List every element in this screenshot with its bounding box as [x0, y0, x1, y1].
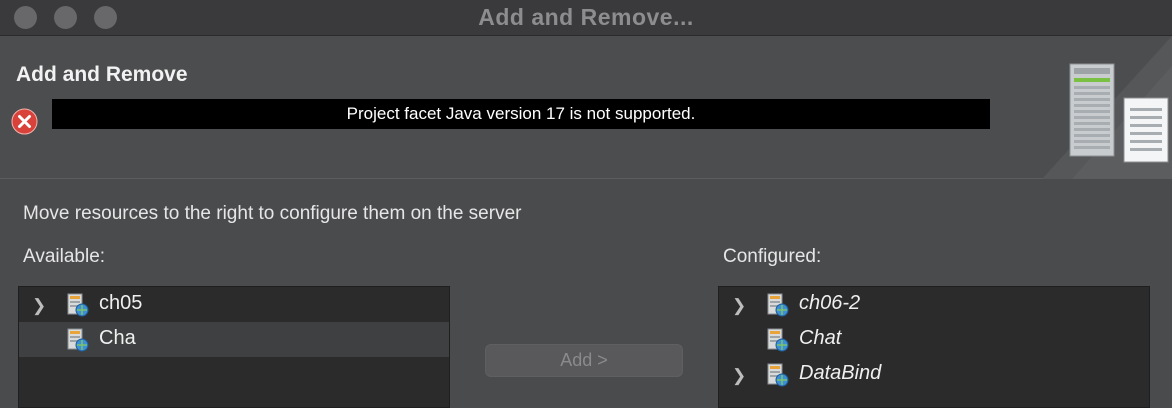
web-project-icon — [67, 293, 89, 317]
web-project-icon — [767, 293, 789, 317]
available-item-cha[interactable]: Cha — [19, 322, 449, 357]
configured-item-databind[interactable]: ❯ DataBind — [719, 357, 1149, 392]
chevron-right-icon[interactable]: ❯ — [732, 296, 746, 316]
web-project-icon — [767, 363, 789, 387]
error-icon — [11, 108, 38, 135]
add-button[interactable]: Add > — [485, 344, 683, 377]
configured-list[interactable]: ❯ ch06-2 Chat ❯ DataBind — [718, 286, 1150, 408]
configured-item-ch06-2[interactable]: ❯ ch06-2 — [719, 287, 1149, 322]
chevron-right-icon[interactable]: ❯ — [732, 366, 746, 386]
available-item-ch05[interactable]: ❯ ch05 — [19, 287, 449, 322]
item-label: ch05 — [99, 292, 143, 314]
server-icon — [1042, 36, 1172, 179]
available-list[interactable]: ❯ ch05 Cha — [18, 286, 450, 408]
error-message: Project facet Java version 17 is not sup… — [52, 99, 990, 129]
web-project-icon — [67, 328, 89, 352]
dialog-title: Add and Remove — [16, 63, 188, 86]
available-label: Available: — [23, 246, 106, 267]
web-project-icon — [767, 328, 789, 352]
title-bar: Add and Remove... — [0, 0, 1172, 36]
instructions-text: Move resources to the right to configure… — [23, 203, 522, 224]
chevron-right-icon[interactable]: ❯ — [32, 296, 46, 316]
dialog-header: Add and Remove Project facet Java versio… — [0, 36, 1172, 179]
item-label: Cha — [99, 327, 136, 349]
configured-item-chat[interactable]: Chat — [719, 322, 1149, 357]
window-title: Add and Remove... — [478, 4, 694, 30]
item-label: Chat — [799, 327, 842, 349]
item-label: ch06-2 — [799, 292, 861, 314]
configured-label: Configured: — [723, 246, 822, 267]
item-label: DataBind — [799, 362, 882, 384]
